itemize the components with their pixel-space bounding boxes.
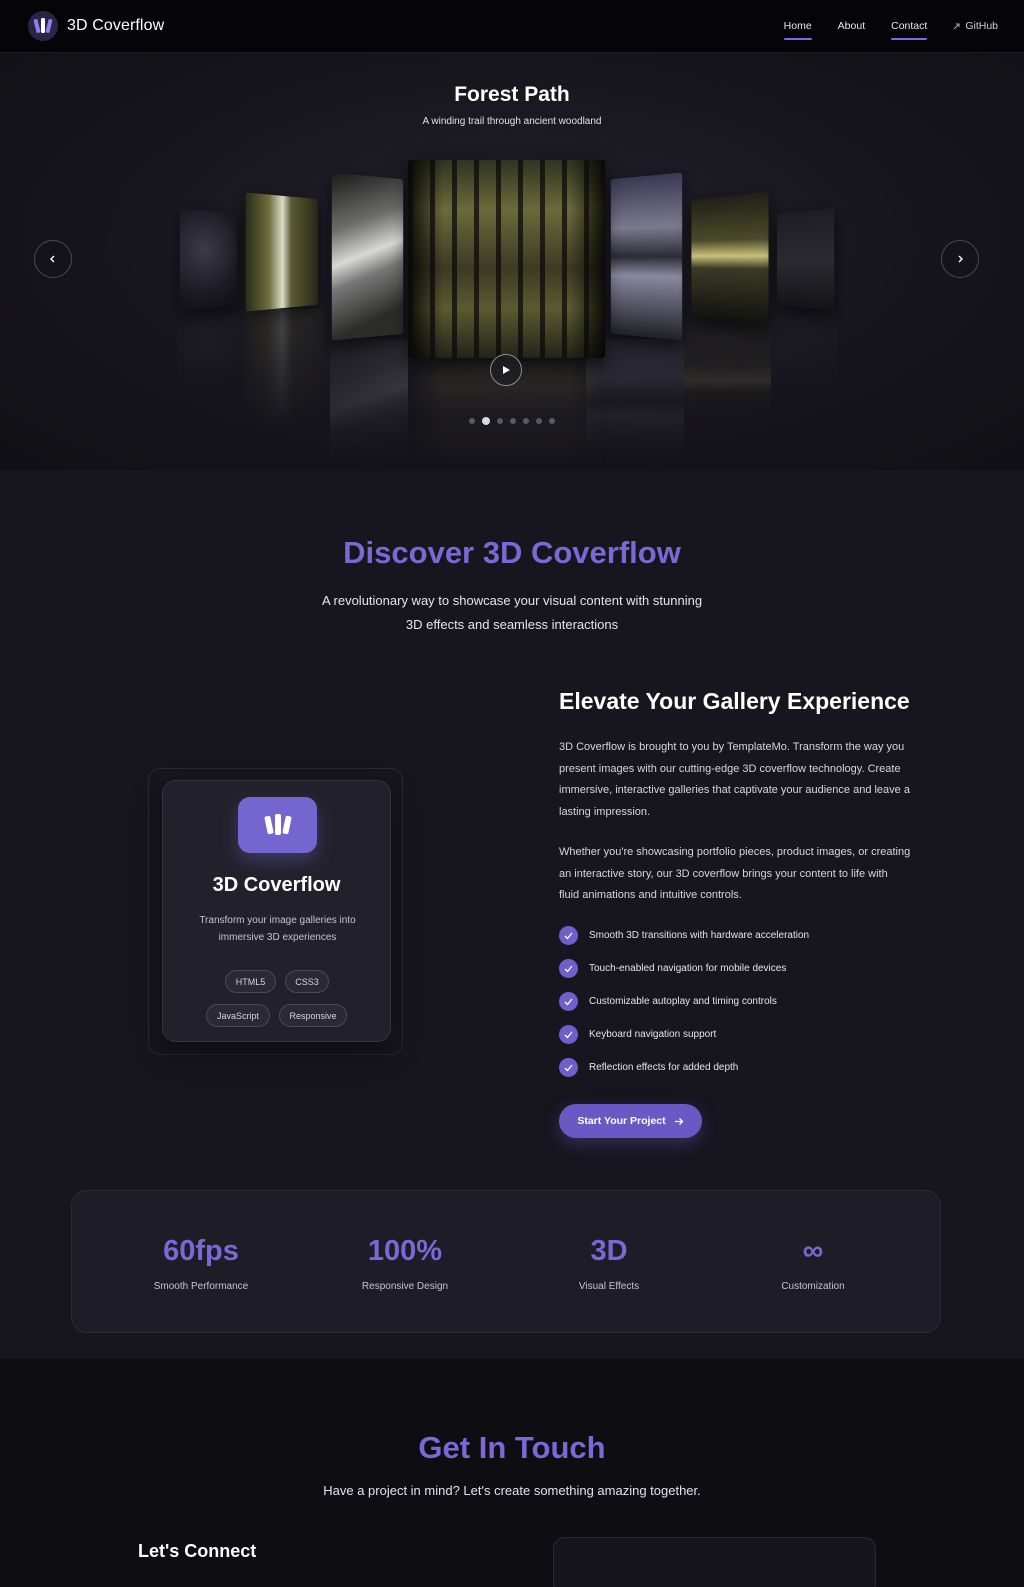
stat-label: Responsive Design [361,1281,449,1292]
stat-label: Visual Effects [578,1281,640,1292]
cover-reflection [684,323,771,443]
paragraph-line: 3D Coverflow is brought to you by Templa… [559,741,905,753]
stat-label: Smooth Performance [153,1281,249,1292]
paragraph-line: lasting impression. [559,805,651,818]
stat-value: ∞ [802,1235,824,1267]
arrow-right-icon [674,1117,684,1125]
discover-title: Discover 3D Coverflow [343,535,681,570]
prev-button[interactable] [34,240,72,278]
feature-card-desc-line: immersive 3D experiences [218,932,337,943]
tag-css3: CSS3 [285,970,329,993]
cover-sunset[interactable] [691,191,769,326]
cover-mountain[interactable] [331,172,404,341]
slide-dot[interactable] [469,418,475,424]
check-icon [559,1058,578,1077]
nav-home-link[interactable]: Home [783,16,812,40]
paragraph-line: immersive, interactive galleries that ca… [559,784,910,796]
cover-reflection [330,339,408,465]
tag-javascript: JavaScript [206,1004,270,1027]
feature-item: Reflection effects for added depth [559,1058,738,1077]
slide-dot[interactable] [523,418,529,424]
discover-subtitle-line: 3D effects and seamless interactions [405,617,619,632]
slide-dot-active[interactable] [482,417,490,425]
elevate-paragraph-1: 3D Coverflow is brought to you by Templa… [559,737,944,823]
contact-form-card [553,1537,876,1587]
check-icon [559,959,578,978]
check-icon [559,992,578,1011]
slide-dots [0,417,1024,425]
slide-dot[interactable] [549,418,555,424]
slide-dot[interactable] [510,418,516,424]
github-label: GitHub [965,20,998,32]
brand[interactable]: 3D Coverflow [28,11,164,41]
lets-connect-heading: Let's Connect [138,1541,257,1561]
feature-item-label: Smooth 3D transitions with hardware acce… [589,930,810,941]
elevate-title: Elevate Your Gallery Experience [559,688,910,714]
tag-responsive: Responsive [279,1004,347,1027]
hero-coverflow: Forest Path A winding trail through anci… [0,53,1024,470]
logo-icon [28,11,58,41]
feature-item: Touch-enabled navigation for mobile devi… [559,959,786,978]
nav-github-link[interactable]: GitHub [953,16,998,36]
autoplay-button[interactable] [490,354,522,386]
cover-waterfall[interactable] [245,192,319,312]
cover-reflection [177,310,243,410]
stat-value: 60fps [163,1235,239,1267]
coverflow-logo-icon [238,797,317,853]
external-link-icon [953,23,960,30]
check-icon [559,926,578,945]
contact-subtitle: Have a project in mind? Let's create som… [323,1483,701,1498]
cover-forest-active[interactable] [408,160,605,358]
nav-contact-link[interactable]: Contact [891,16,928,40]
cover-lake[interactable] [610,172,683,341]
paragraph-line: fluid animations and intuitive controls. [559,889,742,901]
paragraph-line: Whether you're showcasing portfolio piec… [559,846,911,858]
cover-reflection [243,309,325,429]
slide-dot[interactable] [536,418,542,424]
stat-label: Customization [781,1281,845,1292]
start-project-button[interactable]: Start Your Project [559,1104,702,1138]
slide-dot[interactable] [497,418,503,424]
discover-subtitle-line: A revolutionary way to showcase your vis… [321,593,703,608]
start-project-label: Start Your Project [577,1115,666,1127]
cover-reflection [771,310,837,410]
chevron-left-icon [50,255,55,263]
feature-card-title: 3D Coverflow [212,874,341,896]
discover-subtitle: A revolutionary way to showcase your vis… [0,589,1024,637]
paragraph-line: present images with our cutting-edge 3D … [559,762,901,775]
stat-value: 100% [367,1235,443,1267]
brand-title: 3D Coverflow [67,17,165,34]
elevate-paragraph-2: Whether you're showcasing portfolio piec… [559,842,944,907]
cover-galaxy[interactable] [179,208,238,311]
feature-card-desc: Transform your image galleries into imme… [183,912,372,946]
slide-title: Forest Path [454,83,570,106]
stat-value: 3D [590,1235,628,1267]
feature-item-label: Reflection effects for added depth [589,1062,739,1073]
chevron-right-icon [958,255,963,263]
forest-trees [408,160,605,358]
contact-title: Get In Touch [418,1430,606,1465]
feature-item: Smooth 3D transitions with hardware acce… [559,926,809,945]
feature-item-label: Customizable autoplay and timing control… [589,996,777,1007]
feature-item-label: Keyboard navigation support [589,1029,717,1040]
play-icon [503,366,510,374]
top-navbar: 3D Coverflow Home About Contact GitHub [0,0,1024,53]
slide-subtitle: A winding trail through ancient woodland [422,116,602,127]
nav-links: Home About Contact GitHub [783,16,998,40]
feature-card: 3D Coverflow Transform your image galler… [162,780,391,1042]
feature-item-label: Touch-enabled navigation for mobile devi… [589,963,787,974]
check-icon [559,1025,578,1044]
stats-panel: 60fps Smooth Performance 100% Responsive… [71,1190,941,1333]
contact-section: Get In Touch Have a project in mind? Let… [0,1359,1024,1587]
cover-beach[interactable] [776,208,835,311]
paragraph-line: an interactive story, our 3D coverflow b… [559,867,888,880]
feature-item: Customizable autoplay and timing control… [559,992,777,1011]
nav-about-link[interactable]: About [838,16,865,36]
feature-card-desc-line: Transform your image galleries into [199,915,356,926]
next-button[interactable] [941,240,979,278]
feature-item: Keyboard navigation support [559,1025,716,1044]
tag-html5: HTML5 [225,970,276,993]
